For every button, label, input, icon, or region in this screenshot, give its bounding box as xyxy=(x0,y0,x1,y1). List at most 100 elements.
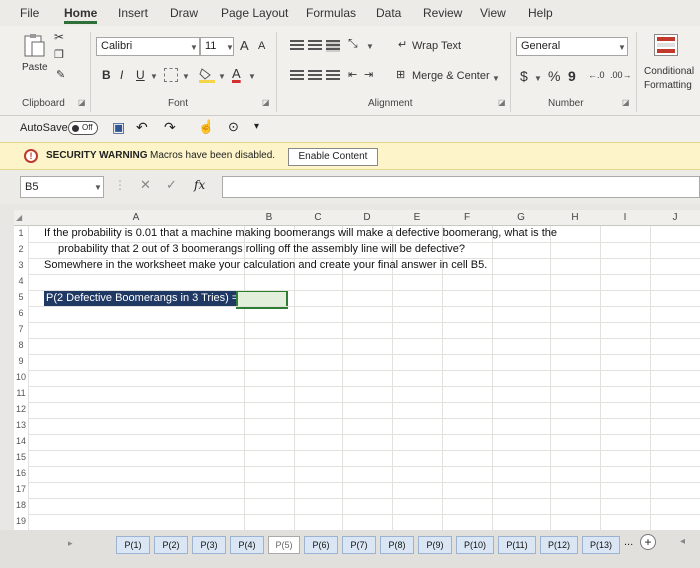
column-header-b[interactable]: B xyxy=(244,212,294,223)
tab-file[interactable]: File xyxy=(20,6,39,20)
sheet-tab[interactable]: P(5) xyxy=(268,536,300,554)
increase-decimal-icon[interactable]: ←.0 xyxy=(588,70,605,80)
cut-icon[interactable]: ✂ xyxy=(54,30,64,44)
column-header-c[interactable]: C xyxy=(294,212,342,223)
tab-data[interactable]: Data xyxy=(376,6,401,20)
font-color-button[interactable]: A xyxy=(232,66,241,81)
save-icon[interactable]: ▣ xyxy=(112,119,125,136)
row-header-1[interactable]: 1 xyxy=(14,228,28,238)
shrink-font-button[interactable]: A xyxy=(258,40,265,52)
comma-button[interactable]: 9 xyxy=(568,68,576,84)
conditional-formatting-icon[interactable] xyxy=(654,34,678,56)
row-header-6[interactable]: 6 xyxy=(14,308,28,318)
align-left-icon[interactable] xyxy=(290,70,304,82)
font-launcher-icon[interactable]: ◪ xyxy=(262,98,270,107)
enter-icon[interactable]: ✓ xyxy=(166,177,177,193)
tab-formulas[interactable]: Formulas xyxy=(306,6,356,20)
row-header-7[interactable]: 7 xyxy=(14,324,28,334)
camera-icon[interactable]: ⊙ xyxy=(228,119,239,135)
merge-center-button[interactable]: Merge & Center xyxy=(412,70,490,82)
orientation-icon[interactable]: ⤡ xyxy=(348,36,358,51)
paste-icon[interactable] xyxy=(22,32,48,60)
tab-review[interactable]: Review xyxy=(423,6,462,20)
row-header-3[interactable]: 3 xyxy=(14,260,28,270)
column-header-e[interactable]: E xyxy=(392,212,442,223)
row-header-4[interactable]: 4 xyxy=(14,276,28,286)
decrease-indent-icon[interactable]: ⇤ xyxy=(348,68,357,81)
align-center-icon[interactable] xyxy=(308,70,322,82)
more-options-icon[interactable]: ⋮ xyxy=(114,178,126,192)
select-all-icon[interactable]: ◢ xyxy=(16,213,22,222)
touch-mode-icon[interactable]: ☝ xyxy=(198,119,214,135)
add-sheet-button[interactable]: + xyxy=(640,534,656,550)
align-middle-icon[interactable] xyxy=(308,40,322,52)
cell-a3[interactable]: Somewhere in the worksheet make your cal… xyxy=(44,259,487,271)
sheet-tab[interactable]: P(1) xyxy=(116,536,150,554)
undo-icon[interactable]: ↶ xyxy=(136,119,148,136)
format-painter-icon[interactable]: ✎ xyxy=(56,68,65,81)
row-header-11[interactable]: 11 xyxy=(14,388,28,398)
sheet-tab[interactable]: P(3) xyxy=(192,536,226,554)
wrap-text-button[interactable]: Wrap Text xyxy=(412,40,461,52)
bold-button[interactable]: B xyxy=(102,68,111,82)
tab-insert[interactable]: Insert xyxy=(118,6,148,20)
sheet-tab[interactable]: P(9) xyxy=(418,536,452,554)
row-header-8[interactable]: 8 xyxy=(14,340,28,350)
sheet-tab[interactable]: P(6) xyxy=(304,536,338,554)
row-header-12[interactable]: 12 xyxy=(14,404,28,414)
scroll-tabs-icon[interactable]: ▸ xyxy=(68,538,73,549)
tab-view[interactable]: View xyxy=(480,6,506,20)
tab-help[interactable]: Help xyxy=(528,6,553,20)
sheet-tab[interactable]: P(7) xyxy=(342,536,376,554)
redo-icon[interactable]: ↷ xyxy=(164,119,176,136)
column-header-h[interactable]: H xyxy=(550,212,600,223)
sheet-tab[interactable]: P(4) xyxy=(230,536,264,554)
column-header-g[interactable]: G xyxy=(492,212,550,223)
row-header-2[interactable]: 2 xyxy=(14,244,28,254)
font-name-select[interactable]: Calibri xyxy=(96,37,200,56)
cancel-icon[interactable]: ✕ xyxy=(140,177,151,193)
currency-button[interactable]: $ xyxy=(520,68,528,84)
row-header-5[interactable]: 5 xyxy=(14,292,28,302)
worksheet-grid[interactable]: ◢ A B C D E F G H I J If the probability… xyxy=(14,210,700,531)
conditional-formatting-label-1[interactable]: Conditional xyxy=(644,66,694,77)
grow-font-button[interactable]: A xyxy=(240,38,249,53)
sheet-tab[interactable]: P(13) xyxy=(582,536,620,554)
row-header-18[interactable]: 18 xyxy=(14,500,28,510)
align-bottom-icon[interactable] xyxy=(326,40,340,52)
tab-draw[interactable]: Draw xyxy=(170,6,198,20)
sheet-tab[interactable]: P(10) xyxy=(456,536,494,554)
decrease-decimal-icon[interactable]: .00→ xyxy=(610,70,632,80)
customize-qat-icon[interactable]: ▾ xyxy=(254,121,259,132)
conditional-formatting-label-2[interactable]: Formatting xyxy=(644,80,692,91)
sheet-tab[interactable]: P(8) xyxy=(380,536,414,554)
cell-a1[interactable]: If the probability is 0.01 that a machin… xyxy=(44,227,557,239)
paste-button[interactable]: Paste xyxy=(22,62,48,73)
row-header-15[interactable]: 15 xyxy=(14,452,28,462)
alignment-launcher-icon[interactable]: ◪ xyxy=(498,98,506,107)
sheet-tab[interactable]: P(12) xyxy=(540,536,578,554)
sheet-tab[interactable]: P(11) xyxy=(498,536,536,554)
row-header-13[interactable]: 13 xyxy=(14,420,28,430)
name-box[interactable]: B5 xyxy=(20,176,104,198)
row-header-14[interactable]: 14 xyxy=(14,436,28,446)
number-format-select[interactable]: General xyxy=(516,37,628,56)
tab-page-layout[interactable]: Page Layout xyxy=(221,6,288,20)
cell-a2[interactable]: probability that 2 out of 3 boomerangs r… xyxy=(58,243,465,255)
borders-icon[interactable] xyxy=(164,68,178,82)
row-header-16[interactable]: 16 xyxy=(14,468,28,478)
sheet-tab[interactable]: P(2) xyxy=(154,536,188,554)
align-right-icon[interactable] xyxy=(326,70,340,82)
number-launcher-icon[interactable]: ◪ xyxy=(622,98,630,107)
row-header-10[interactable]: 10 xyxy=(14,372,28,382)
row-header-9[interactable]: 9 xyxy=(14,356,28,366)
column-header-f[interactable]: F xyxy=(442,212,492,223)
enable-content-button[interactable]: Enable Content xyxy=(288,148,378,166)
percent-button[interactable]: % xyxy=(548,68,560,84)
more-sheets-button[interactable]: ... xyxy=(624,536,633,548)
formula-input[interactable] xyxy=(222,176,700,198)
column-header-i[interactable]: I xyxy=(600,212,650,223)
row-header-19[interactable]: 19 xyxy=(14,516,28,526)
column-header-j[interactable]: J xyxy=(650,212,700,223)
insert-function-button[interactable]: fx xyxy=(194,178,205,192)
